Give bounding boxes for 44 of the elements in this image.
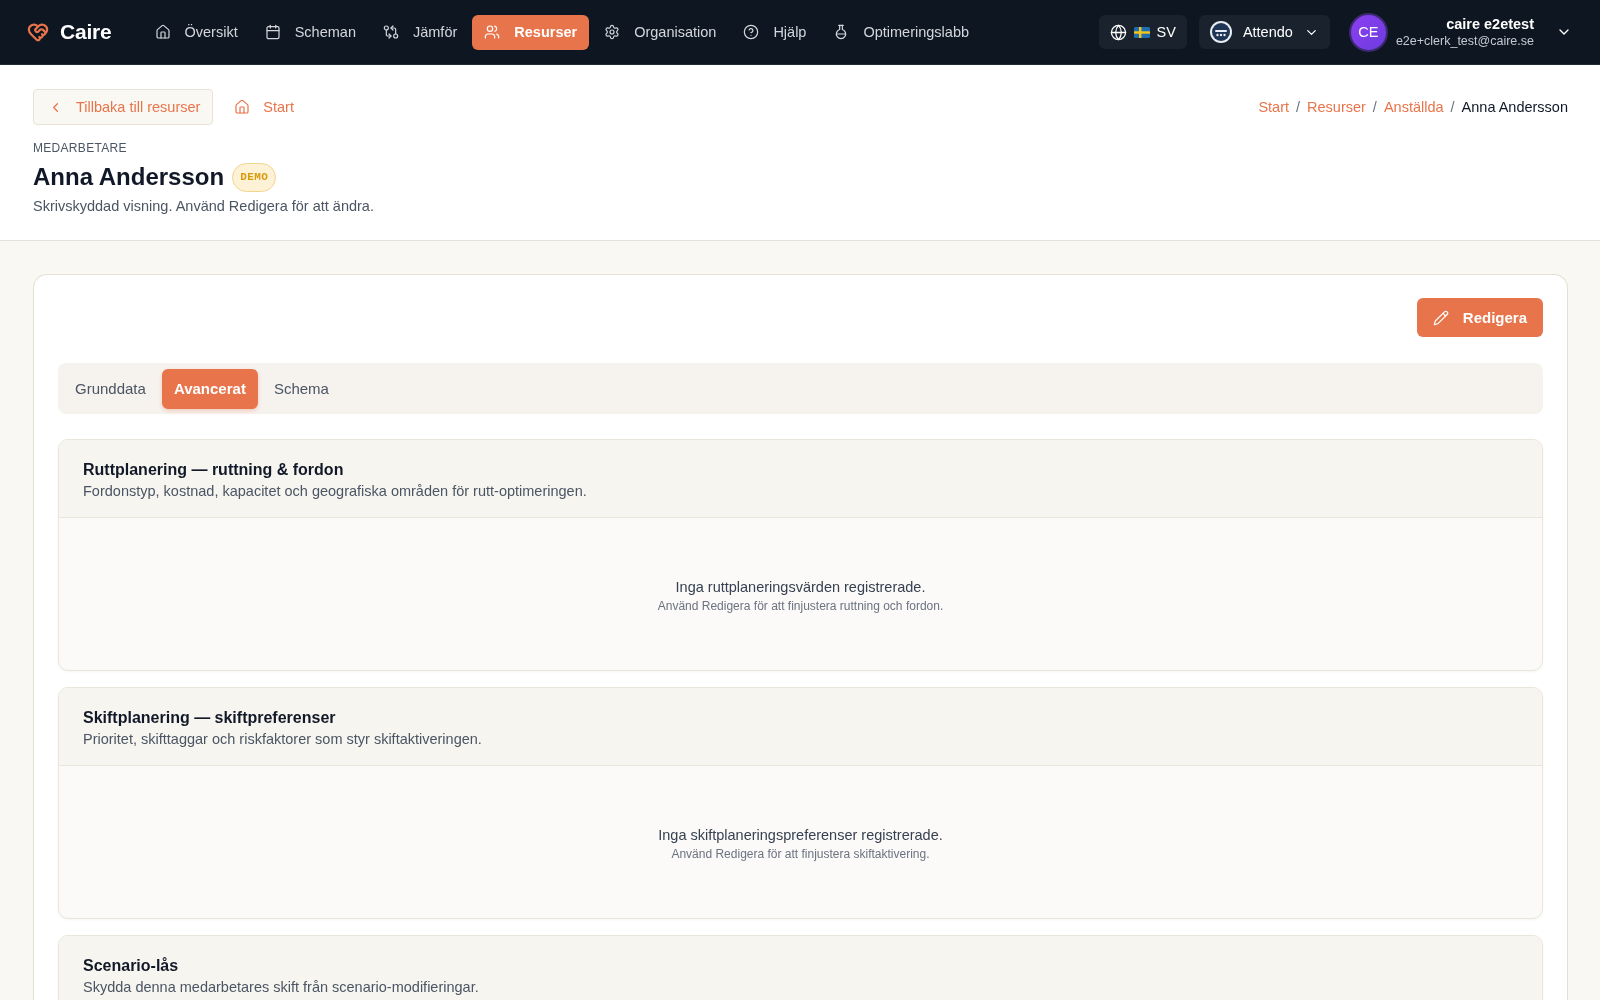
current-page-name: Anna Andersson (1461, 99, 1568, 115)
calendar-icon (264, 24, 281, 40)
nav-item[interactable]: Jämför (370, 14, 470, 50)
tab[interactable]: Grunddata (63, 368, 158, 409)
home-icon (234, 99, 251, 115)
page-subtitle: Skrivskyddad visning. Använd Redigera för att ändra. (33, 197, 375, 216)
organization-switcher[interactable]: Attendo (1198, 15, 1330, 49)
settings-icon (604, 24, 621, 40)
org-logo-icon (1209, 21, 1232, 43)
nav-item[interactable]: Hjälp (731, 14, 819, 50)
pencil-icon (1432, 309, 1449, 326)
breadcrumb-separator: / (1450, 99, 1455, 115)
nav-item[interactable]: Organisation (592, 14, 729, 50)
breadcrumb-separator: / (1296, 99, 1301, 115)
section-title: Scenario-lås (83, 956, 180, 976)
empty-state-title: Inga ruttplaneringsvärden registrerade. (675, 577, 926, 597)
avatar[interactable]: CE (1348, 12, 1388, 52)
user-name: caire e2etest (1446, 14, 1534, 33)
section-description: Prioritet, skifttaggar och riskfaktorer som styr skiftaktiveringen. (83, 730, 483, 749)
nav-item[interactable]: Översikt (142, 14, 250, 50)
heart-logo-icon (27, 21, 49, 43)
compare-arrows-icon (382, 24, 399, 40)
page-eyebrow: MEDARBETARE (33, 140, 128, 156)
user-email: e2e+clerk_test@caire.se (1395, 32, 1534, 50)
nav-item[interactable]: Optimeringslabb (821, 14, 981, 50)
section-description: Skydda denna medarbetares skift från scenario-modifieringar. (83, 978, 480, 997)
home-icon (154, 24, 171, 40)
section-title: Ruttplanering — ruttning & fordon (83, 460, 345, 480)
nav-item[interactable]: Scheman (252, 14, 368, 50)
empty-state-title: Inga skiftplaneringspreferenser registrerade. (658, 825, 943, 845)
tab[interactable]: Schema (261, 368, 341, 409)
empty-state-hint: Använd Redigera för att finjustera skiftaktivering. (671, 845, 930, 862)
page-title: Anna Andersson (33, 162, 225, 192)
language-button[interactable]: SV (1098, 15, 1187, 49)
flag-icon (1133, 26, 1150, 38)
empty-state-hint: Använd Redigera för att finjustera ruttning och fordon. (657, 597, 944, 614)
breadcrumb-separator: / (1372, 99, 1377, 115)
globe-icon (1109, 23, 1127, 41)
brand-name: Caire (60, 20, 112, 44)
help-icon (743, 24, 760, 40)
section-description: Fordonstyp, kostnad, kapacitet och geografiska områden för rutt-optimeringen. (83, 482, 588, 501)
demo-badge: DEMO (232, 162, 277, 192)
users-icon (484, 24, 501, 40)
section-title: Skiftplanering — skiftpreferenser (83, 708, 337, 728)
